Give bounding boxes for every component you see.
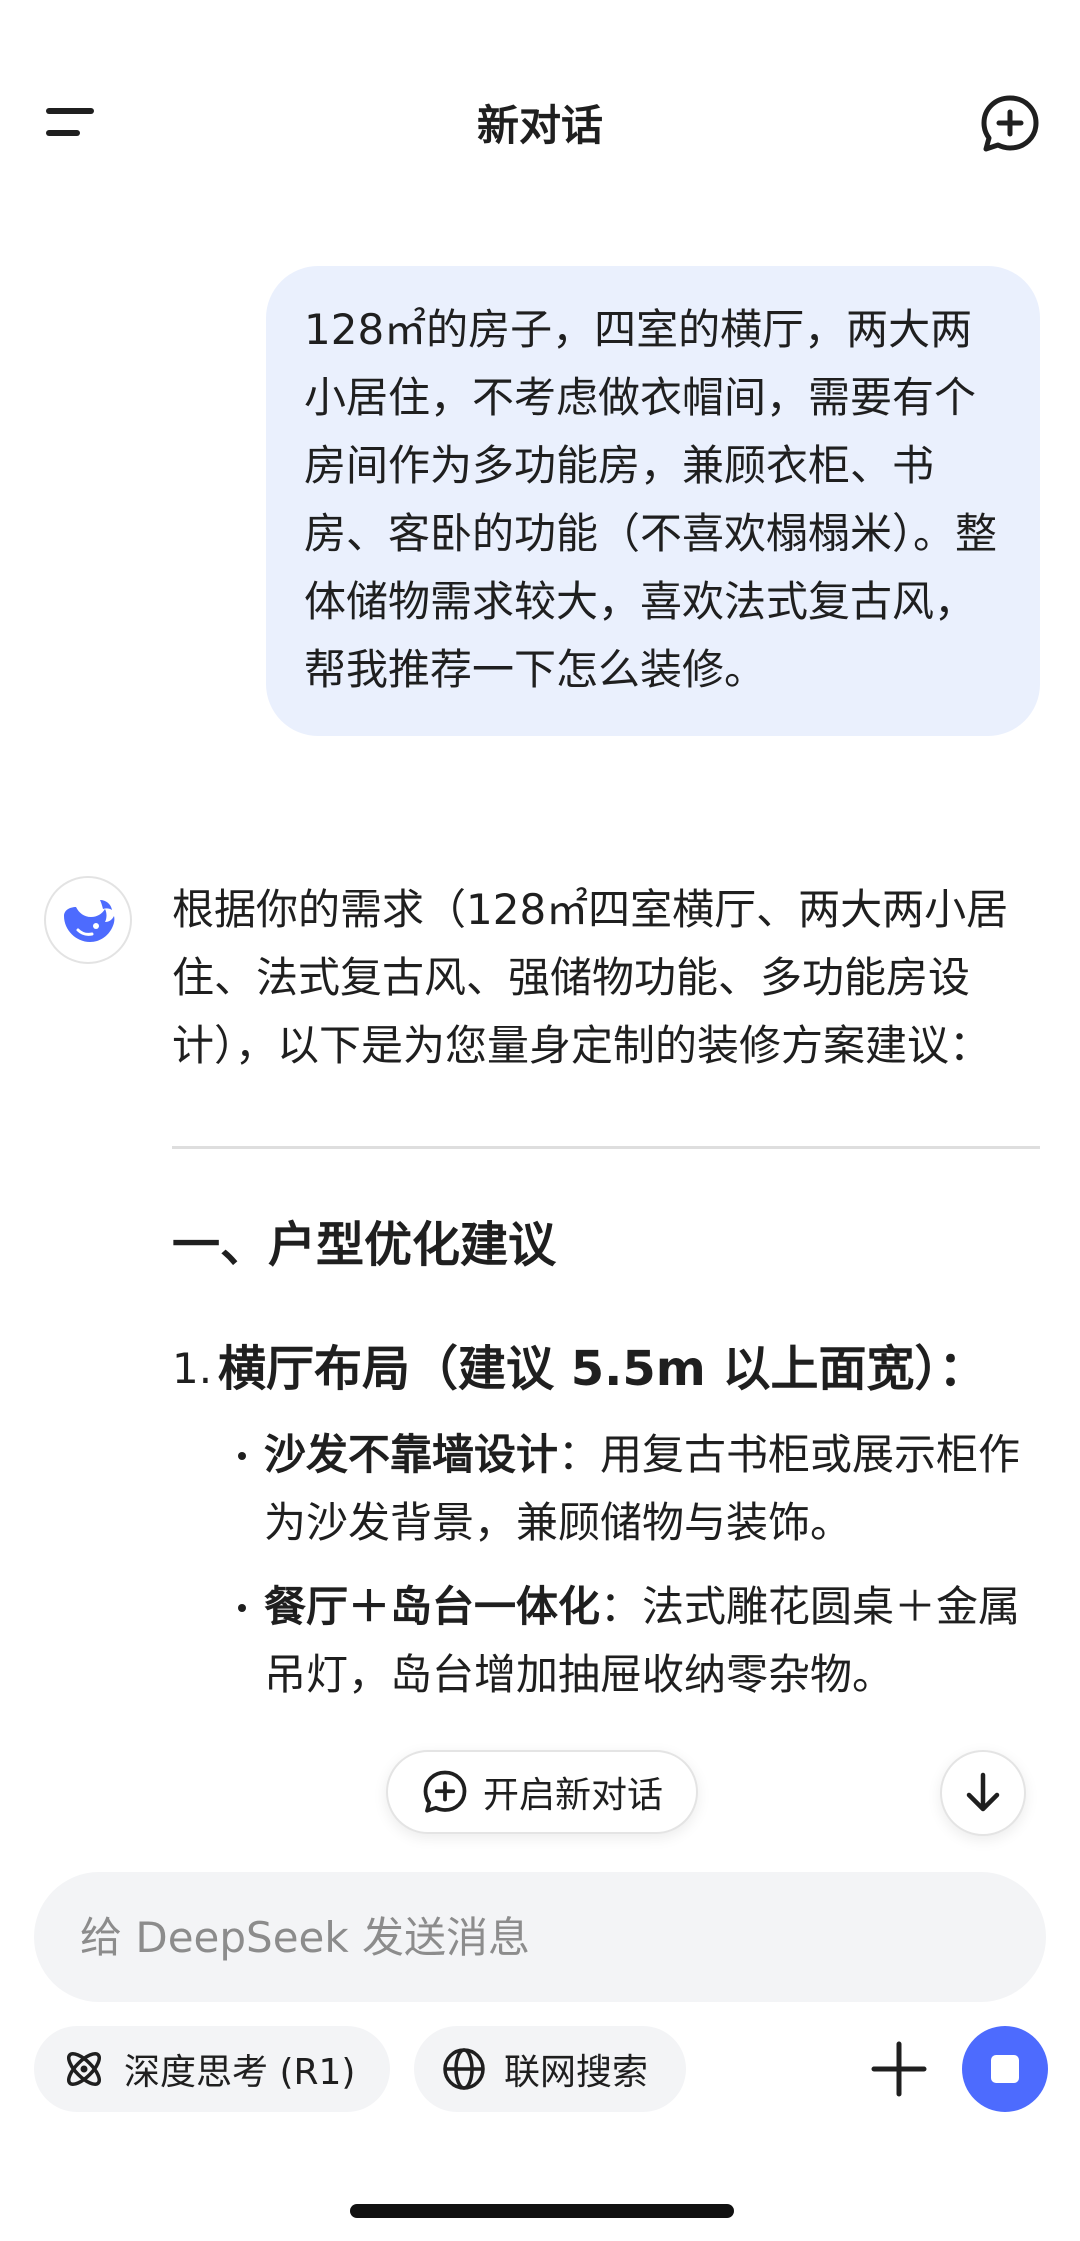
bullet-list: 沙发不靠墙设计：用复古书柜或展示柜作为沙发背景，兼顾储物与装饰。 餐厅＋岛台一体… — [230, 1421, 1040, 1709]
start-new-chat-button[interactable]: 开启新对话 — [386, 1750, 698, 1834]
assistant-avatar — [44, 876, 132, 964]
arrow-down-icon — [966, 1772, 1000, 1812]
divider — [172, 1146, 1040, 1149]
bullet-bold: 餐厅＋岛台一体化 — [264, 1582, 601, 1631]
web-search-label: 联网搜索 — [504, 2052, 649, 2093]
assistant-message: 根据你的需求（128㎡四室横厅、两大两小居住、法式复古风、强储物功能、多功能房设… — [172, 876, 1040, 1725]
stop-icon — [991, 2055, 1019, 2083]
chat-plus-icon — [981, 95, 1039, 152]
globe-icon — [443, 2048, 485, 2090]
page-title: 新对话 — [476, 101, 603, 150]
list-item: 1. 横厅布局（建议 5.5m 以上面宽）： — [172, 1337, 1040, 1401]
bullet-bold: 沙发不靠墙设计 — [264, 1430, 559, 1479]
stop-generation-button[interactable] — [962, 2026, 1048, 2112]
start-new-chat-label: 开启新对话 — [482, 1775, 663, 1816]
message-input-container[interactable] — [34, 1872, 1046, 2002]
home-indicator — [350, 2204, 734, 2218]
message-input[interactable] — [34, 1872, 1046, 2002]
new-chat-button[interactable] — [978, 92, 1042, 156]
web-search-toggle[interactable]: 联网搜索 — [414, 2026, 686, 2112]
atom-icon — [67, 2052, 101, 2086]
deep-think-toggle[interactable]: 深度思考 (R1) — [34, 2026, 390, 2112]
attach-button[interactable] — [866, 2036, 932, 2102]
chat-plus-icon — [423, 1770, 467, 1813]
bullet-item: 餐厅＋岛台一体化：法式雕花圆桌＋金属吊灯，岛台增加抽屉收纳零杂物。 — [230, 1573, 1040, 1709]
section-heading: 一、户型优化建议 — [172, 1217, 557, 1273]
deepseek-whale-icon — [64, 900, 115, 942]
plus-icon — [871, 2041, 927, 2097]
list-item-title: 横厅布局（建议 5.5m 以上面宽）： — [218, 1341, 987, 1397]
user-message-text: 128㎡的房子，四室的横厅，两大两小居住，不考虑做衣帽间，需要有个房间作为多功能… — [304, 305, 998, 694]
user-message-bubble: 128㎡的房子，四室的横厅，两大两小居住，不考虑做衣帽间，需要有个房间作为多功能… — [266, 266, 1040, 736]
deep-think-label: 深度思考 (R1) — [124, 2052, 356, 2093]
assistant-intro: 根据你的需求（128㎡四室横厅、两大两小居住、法式复古风、强储物功能、多功能房设… — [172, 885, 1009, 1070]
bullet-item: 沙发不靠墙设计：用复古书柜或展示柜作为沙发背景，兼顾储物与装饰。 — [230, 1421, 1040, 1557]
top-bar: 新对话 — [0, 0, 1080, 250]
scroll-to-bottom-button[interactable] — [940, 1750, 1026, 1836]
chat-screen: 新对话 128㎡的房子，四室的横厅，两大两小居住，不考虑做衣帽间，需要有个房间作… — [0, 0, 1080, 2241]
list-number: 1. — [172, 1344, 213, 1393]
